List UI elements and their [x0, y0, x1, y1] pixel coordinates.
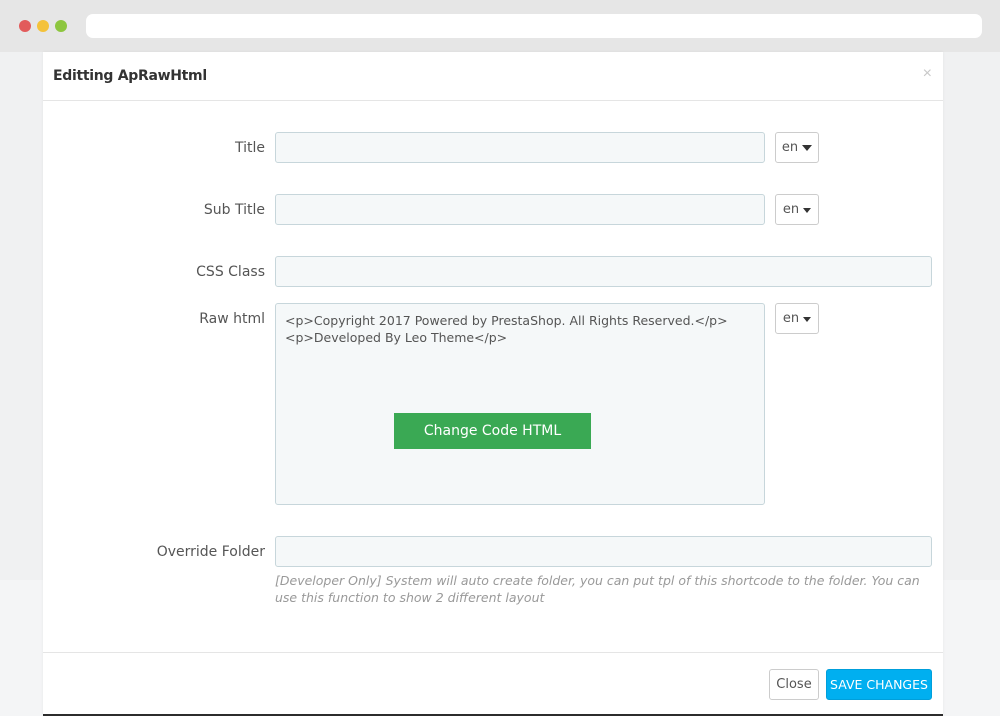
title-input[interactable]: [275, 132, 765, 163]
close-button[interactable]: Close: [769, 669, 819, 700]
close-icon[interactable]: ×: [923, 65, 932, 83]
browser-chrome: [0, 0, 1000, 52]
caret-down-icon: [802, 145, 813, 151]
title-label: Title: [234, 140, 265, 156]
raw-html-label: Raw html: [199, 311, 265, 327]
title-lang-dropdown[interactable]: en: [775, 132, 819, 163]
window-minimize-dot[interactable]: [37, 20, 49, 32]
raw-html-line: <p>Developed By Leo Theme</p>: [285, 330, 508, 345]
title-lang-label: en: [781, 140, 799, 155]
raw-html-content: <p>Copyright 2017 Powered by PrestaShop.…: [285, 312, 728, 346]
caret-down-icon: [803, 207, 812, 213]
save-changes-button[interactable]: SAVE CHANGES: [826, 669, 932, 700]
override-folder-label: Override Folder: [156, 544, 265, 560]
window-close-dot[interactable]: [19, 20, 31, 32]
css-class-label: CSS Class: [196, 264, 265, 280]
sub-title-lang-label: en: [782, 202, 800, 217]
raw-html-lang-dropdown[interactable]: en: [775, 303, 819, 334]
modal-footer: Close SAVE CHANGES: [43, 652, 943, 716]
caret-down-icon: [803, 316, 812, 322]
modal-title: Editting ApRawHtml: [53, 68, 207, 84]
edit-modal: Editting ApRawHtml × Title en Sub Title …: [43, 52, 943, 716]
address-bar[interactable]: [86, 14, 982, 38]
css-class-input[interactable]: [275, 256, 932, 287]
sub-title-lang-dropdown[interactable]: en: [775, 194, 819, 225]
raw-html-textarea[interactable]: <p>Copyright 2017 Powered by PrestaShop.…: [275, 303, 765, 505]
override-folder-help: [Developer Only] System will auto create…: [275, 573, 920, 605]
change-code-button[interactable]: Change Code HTML: [394, 413, 591, 449]
sub-title-input[interactable]: [275, 194, 765, 225]
override-folder-input[interactable]: [275, 536, 932, 567]
modal-header: Editting ApRawHtml ×: [43, 52, 943, 101]
raw-html-lang-label: en: [782, 311, 800, 326]
window-maximize-dot[interactable]: [55, 20, 67, 32]
sub-title-label: Sub Title: [203, 202, 265, 218]
raw-html-line: <p>Copyright 2017 Powered by PrestaShop.…: [285, 313, 728, 328]
